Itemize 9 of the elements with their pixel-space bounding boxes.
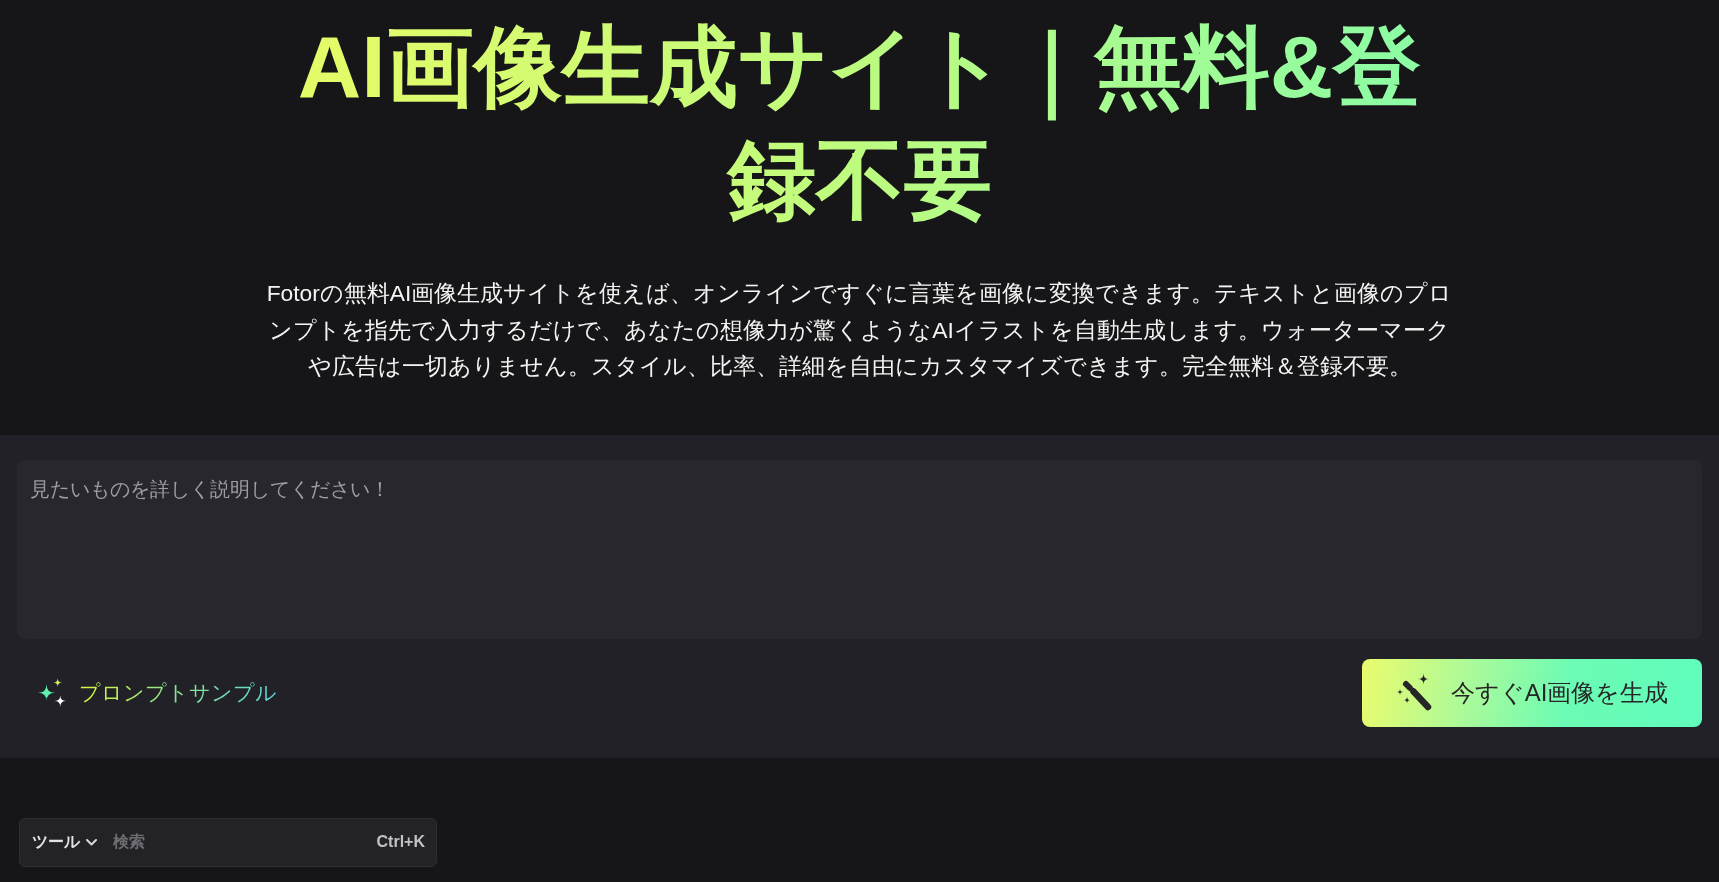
chevron-down-icon [86, 838, 97, 846]
prompt-input[interactable]: 見たいものを詳しく説明してください！ [17, 459, 1702, 639]
search-bar[interactable]: ツール 検索 Ctrl+K [19, 817, 437, 867]
tools-dropdown[interactable]: ツール [32, 831, 97, 853]
intro-paragraph: Fotorの無料AI画像生成サイトを使えば、オンラインですぐに言葉を画像に変換できます。テキストと画像のプロンプトを指先で入力するだけで、あなたの想像力が驚くようなAIイラストを自動生成します。ウォーターマークや広告は一切ありません。スタイル、比率、詳細を自由にカスタマイズできます。完全無料＆登録不要。 [265, 279, 1454, 381]
generate-button[interactable]: 今すぐAI画像を生成 [1362, 658, 1702, 727]
shortcut-hint: Ctrl+K [376, 833, 425, 851]
search-field[interactable]: 検索 [113, 829, 365, 855]
sparkles-icon [38, 678, 66, 707]
